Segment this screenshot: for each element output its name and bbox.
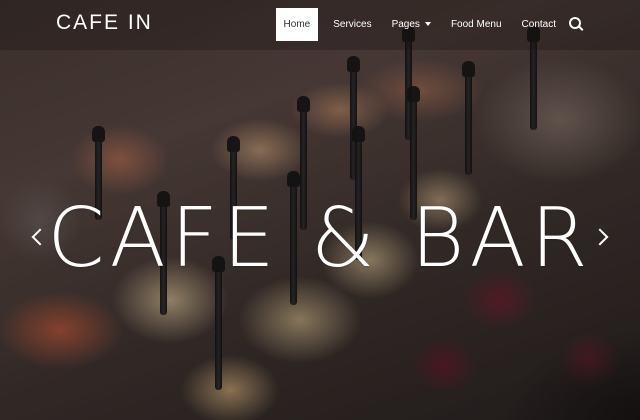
brand-logo[interactable]: CAFE IN	[56, 11, 153, 35]
chevron-left-icon	[31, 228, 49, 246]
hero-title: CAFE & BAR	[47, 191, 593, 286]
nav-item-label: Contact	[521, 19, 556, 30]
nav-item-label: Services	[333, 19, 372, 30]
nav-item-pages[interactable]: Pages	[382, 8, 441, 41]
nav-item-services[interactable]: Services	[323, 8, 381, 41]
carousel-next-button[interactable]	[591, 224, 612, 252]
carousel-prev-button[interactable]	[28, 224, 49, 252]
top-navbar: CAFE IN Home Services Pages Food Menu Co…	[0, 0, 640, 50]
nav-item-label: Food Menu	[450, 19, 502, 30]
hero-slider: CAFE IN Home Services Pages Food Menu Co…	[0, 0, 640, 420]
nav-item-home[interactable]: Home	[275, 8, 319, 41]
main-nav: Home Services Pages Food Menu Contact	[275, 8, 588, 41]
nav-item-food-menu[interactable]: Food Menu	[441, 8, 512, 41]
chevron-right-icon	[591, 228, 609, 246]
search-icon	[569, 17, 581, 29]
nav-item-label: Pages	[391, 19, 420, 30]
caret-down-icon	[424, 21, 431, 26]
nav-item-label: Home	[283, 19, 311, 30]
